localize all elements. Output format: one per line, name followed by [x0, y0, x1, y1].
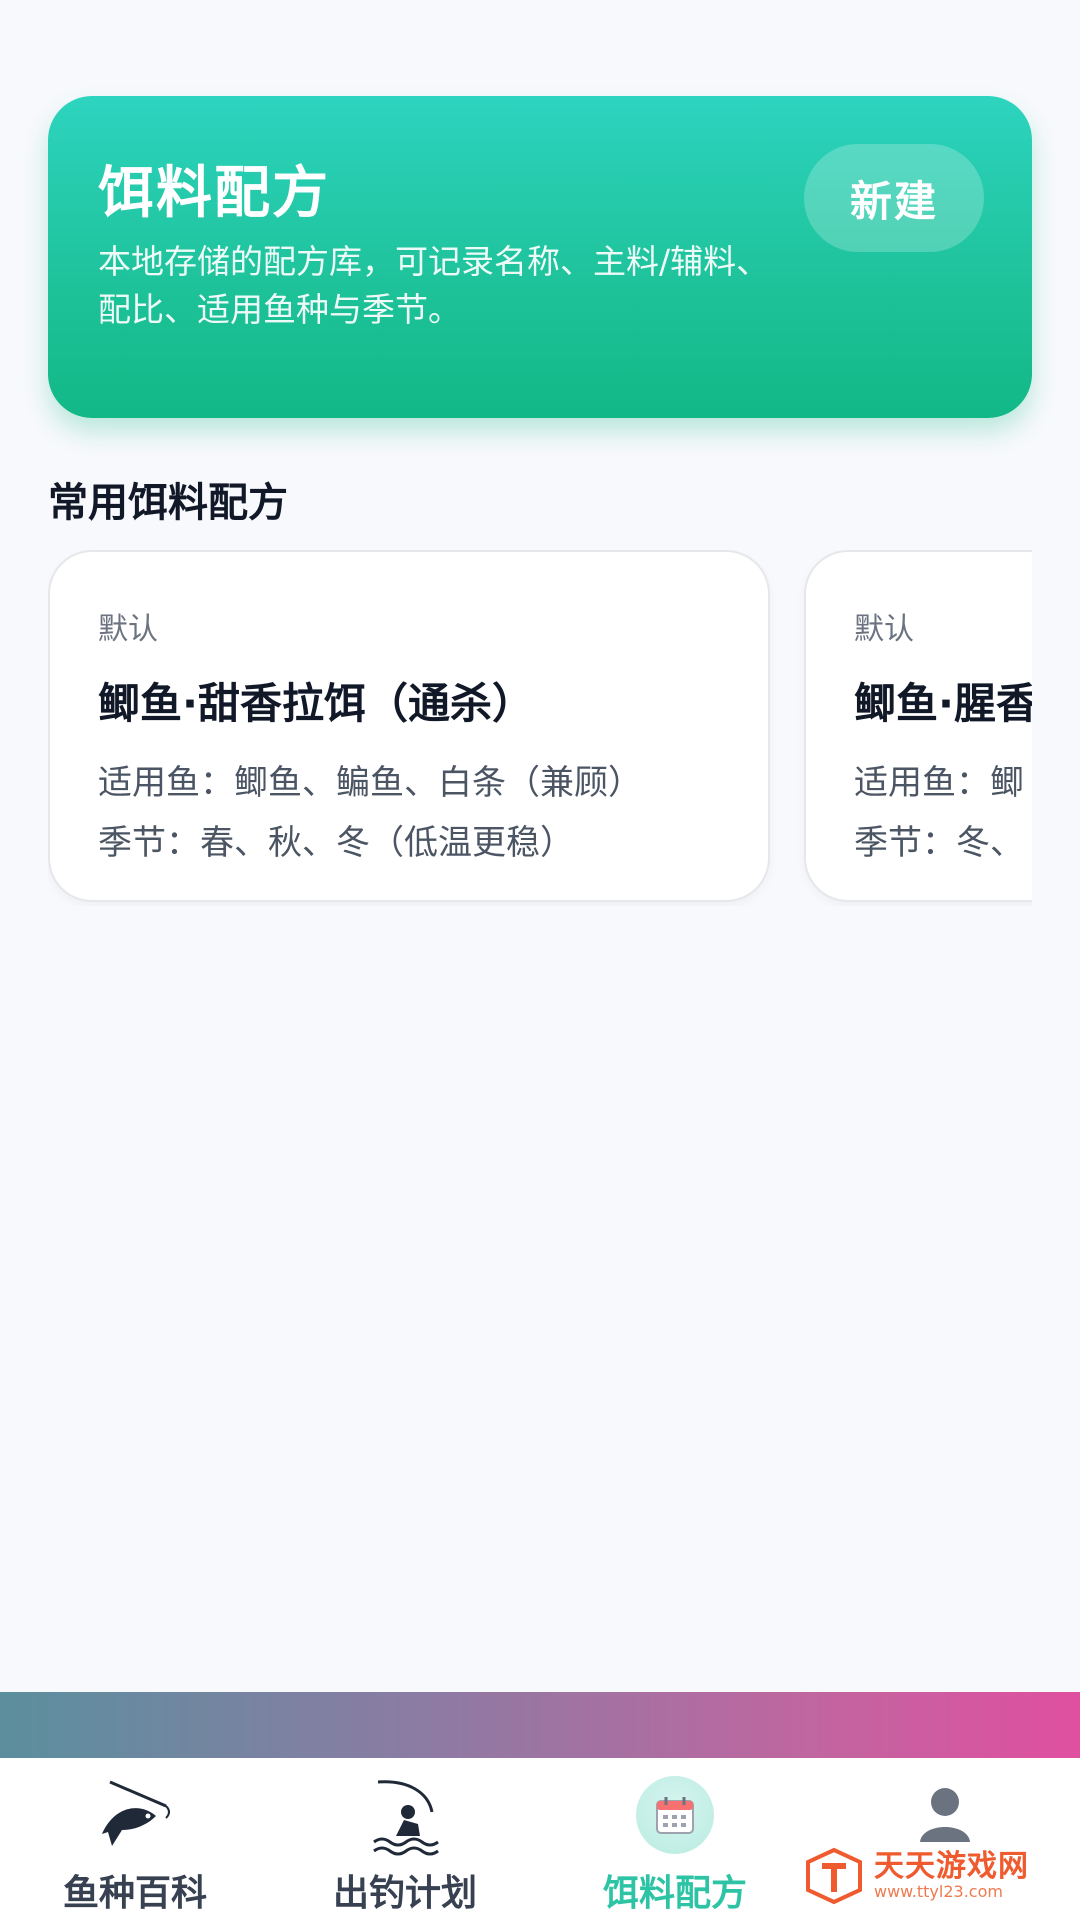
recipe-season: 季节：春、秋、冬（低温更稳） [98, 823, 574, 863]
recipe-tag: 默认 [854, 612, 914, 647]
section-title: 常用饵料配方 [48, 480, 288, 526]
hero-description: 本地存储的配方库，可记录名称、主料/辅料、配比、适用鱼种与季节。 [98, 242, 770, 329]
nav-label: 出钓计划 [332, 1873, 477, 1914]
nav-item-bait-recipes[interactable]: 饵料配方 [540, 1758, 810, 1920]
recipe-card[interactable]: 默认 鲫鱼·甜香拉饵（通杀） 适用鱼：鲫鱼、鳊鱼、白条（兼顾） 季节：春、秋、冬… [48, 550, 770, 902]
nav-item-fish-encyclopedia[interactable]: 鱼种百科 [0, 1758, 270, 1920]
new-recipe-button[interactable]: 新建 [804, 144, 984, 252]
recipe-tag: 默认 [98, 612, 158, 647]
nav-item-fishing-plan[interactable]: 出钓计划 [270, 1758, 540, 1920]
nav-label: 饵料配方 [602, 1873, 747, 1914]
recipe-carousel[interactable]: 默认 鲫鱼·甜香拉饵（通杀） 适用鱼：鲫鱼、鳊鱼、白条（兼顾） 季节：春、秋、冬… [48, 550, 1032, 906]
watermark-logo: 天天游戏网 www.ttyl23.com [804, 1844, 1054, 1908]
fishing-fish-icon [92, 1772, 178, 1858]
recipe-title: 鲫鱼·甜香拉饵（通杀） [98, 679, 534, 728]
nav-label: 鱼种百科 [62, 1873, 207, 1914]
calendar-icon [632, 1772, 718, 1858]
hero-card: 饵料配方 本地存储的配方库，可记录名称、主料/辅料、配比、适用鱼种与季节。 新建 [48, 96, 1032, 418]
recipe-fish: 适用鱼：鲫鱼、鳊鱼、白条（兼顾） [98, 763, 642, 803]
recipe-card[interactable]: 默认 鲫鱼·腥香 适用鱼：鲫 季节：冬、 [804, 550, 1032, 902]
page-title: 饵料配方 [98, 161, 330, 226]
recipe-fish: 适用鱼：鲫 [854, 763, 1024, 803]
watermark-icon [806, 1847, 862, 1905]
watermark-name: 天天游戏网 [874, 1849, 1029, 1884]
recipe-season: 季节：冬、 [854, 823, 1024, 863]
angler-icon [362, 1772, 448, 1858]
decorative-gradient-strip [0, 1692, 1080, 1758]
recipe-title: 鲫鱼·腥香 [854, 679, 1032, 728]
watermark-url: www.ttyl23.com [874, 1882, 1003, 1901]
